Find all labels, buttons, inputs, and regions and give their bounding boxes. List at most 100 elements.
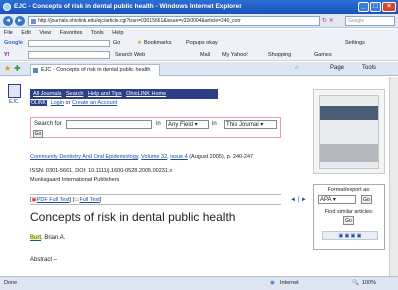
yahoo-logo-icon: Y! (4, 52, 10, 58)
or-text: or (65, 100, 71, 106)
similar-articles-label: Find similar articles: (324, 209, 374, 215)
search-link[interactable]: Search (66, 91, 83, 97)
cover-image (319, 95, 379, 169)
maximize-button[interactable]: □ (370, 2, 381, 12)
address-bar: ◄ ► http://journals.ohiolink.edu/ejc/art… (0, 14, 398, 28)
globe-icon: ◉ (270, 280, 275, 286)
cover-band (320, 106, 378, 120)
yahoo-search-input[interactable] (28, 51, 110, 59)
shopping-button[interactable]: Shopping (268, 49, 291, 61)
field-value: Any Field (168, 122, 194, 128)
scope-select[interactable]: This Journal ▾ (224, 120, 277, 129)
article-title: Concepts of risk in dental public health (30, 210, 236, 224)
menu-view[interactable]: View (39, 30, 51, 36)
issue-link[interactable]: issue 4 (170, 154, 187, 160)
help-tips-link[interactable]: Help and Tips (88, 91, 122, 97)
menu-help[interactable]: Help (112, 30, 123, 36)
ie-icon (3, 3, 11, 11)
menu-favorites[interactable]: Favorites (60, 30, 83, 36)
status-text: Done (4, 280, 18, 286)
page-menu[interactable]: Page (330, 65, 344, 71)
search-label: Search for (34, 121, 62, 127)
citation-rest: (August 2005), p. 240-247 (189, 154, 254, 160)
games-button[interactable]: Games (314, 49, 332, 61)
zone-text: Internet (280, 280, 299, 286)
google-toolbar: Google Go ★ Bookmarks Popups okay Settin… (0, 38, 398, 49)
settings-button[interactable]: Settings (345, 38, 365, 49)
google-logo: Google (4, 40, 23, 46)
back-icon[interactable]: ◄ (3, 16, 13, 26)
scope-value: This Journal (226, 122, 259, 128)
citation-line: Community Dentistry And Oral Epidemiolog… (30, 154, 254, 160)
search-input[interactable] (66, 120, 152, 129)
google-go-button[interactable]: Go (113, 38, 120, 49)
search-placeholder: Google (348, 18, 365, 24)
forward-icon[interactable]: ► (15, 16, 25, 26)
volume-link[interactable]: Volume 32 (141, 154, 167, 160)
ohiolink-home-link[interactable]: OhioLINK Home (126, 91, 166, 97)
zoom-level[interactable]: 100% (362, 277, 376, 290)
title-bar: EJC - Concepts of risk in dental public … (0, 0, 398, 14)
zoom-icon[interactable]: 🔍 (352, 277, 359, 290)
fulltext-bar: [▣PDF Full Text] [▭Full Text] ◄ | ► (30, 194, 307, 205)
tab-favicon (33, 68, 38, 73)
tab-label: EJC - Concepts of risk in dental public … (41, 67, 151, 73)
url-input[interactable]: http://journals.ohiolink.edu/ejc/article… (28, 16, 320, 26)
field-select[interactable]: Any Field ▾ (166, 120, 209, 129)
close-button[interactable]: × (382, 2, 396, 12)
export-title: Format/export as: (327, 187, 371, 193)
home-icon[interactable]: ⌂ (295, 65, 299, 71)
window-title: EJC - Concepts of risk in dental public … (14, 3, 242, 10)
author-link[interactable]: Burt (30, 235, 42, 241)
all-journals-link[interactable]: All Journals (33, 91, 61, 97)
search-go-button[interactable]: Go (33, 130, 43, 138)
author-rest: , Brian A. (41, 235, 66, 241)
browser-window: EJC - Concepts of risk in dental public … (0, 0, 398, 290)
popups-button[interactable]: Popups okay (186, 38, 218, 49)
in-label: in (156, 121, 161, 127)
refresh-stop-icons[interactable]: ↻ ✕ (322, 16, 344, 26)
my-yahoo-button[interactable]: My Yahoo! (222, 49, 248, 61)
share-icons[interactable]: ▣ ▣ ▣ ▣ (322, 231, 378, 240)
journal-cover[interactable] (313, 89, 385, 174)
minimize-button[interactable]: _ (358, 2, 369, 12)
favorites-star-icon[interactable]: ★ (4, 64, 11, 73)
tab-current[interactable]: EJC - Concepts of risk in dental public … (30, 64, 160, 76)
create-account-link[interactable]: Create an Account (72, 100, 117, 106)
status-bar: Done ◉ Internet 🔍 100% (0, 276, 398, 290)
menu-tools[interactable]: Tools (91, 30, 104, 36)
live-search-input[interactable]: Google (345, 16, 395, 26)
login-link[interactable]: Login (51, 100, 64, 106)
pdf-fulltext-link[interactable]: PDF Full Text (37, 197, 70, 203)
tools-menu[interactable]: Tools (362, 65, 376, 71)
bookmarks-button[interactable]: Bookmarks (144, 38, 172, 49)
cover-band-lower (320, 144, 378, 162)
vertical-scrollbar[interactable] (389, 77, 398, 276)
export-go-button[interactable]: Go (361, 195, 372, 204)
add-favorites-icon[interactable]: ✚ (14, 64, 21, 73)
menu-edit[interactable]: Edit (21, 30, 30, 36)
tab-bar: ★ ✚ EJC - Concepts of risk in dental pub… (0, 62, 398, 76)
journal-link[interactable]: Community Dentistry And Oral Epidemiolog… (30, 154, 138, 160)
menu-bar: File Edit View Favorites Tools Help (0, 29, 398, 38)
menu-file[interactable]: File (4, 30, 13, 36)
search-web-button[interactable]: Search Web (115, 49, 145, 61)
search-form: Search for in Any Field ▾ in This Journa… (30, 117, 281, 138)
prev-next-arrows[interactable]: ◄ | ► (290, 195, 307, 205)
format-select[interactable]: APA ▾ (318, 195, 356, 204)
mail-button[interactable]: Mail (200, 49, 210, 61)
star-icon: ★ (137, 40, 142, 46)
yahoo-toolbar: Y! Search Web Mail My Yahoo! Shopping Ga… (0, 49, 398, 61)
page-icon (31, 19, 36, 24)
abstract-heading: Abstract – (30, 257, 58, 263)
similar-go-button[interactable]: Go (343, 216, 354, 225)
journal-toolbar: All Journals Search Help and Tips OhioLI… (30, 89, 218, 99)
export-panel: Format/export as: APA ▾ Go Find similar … (313, 184, 385, 250)
ejc-icon[interactable] (8, 84, 21, 98)
olink-badge: OLINK (30, 100, 48, 106)
google-search-input[interactable] (28, 40, 110, 47)
issn-doi: ISSN: 0301-5661, DOI: 10.1111/j.1600-052… (30, 168, 173, 174)
fulltext-link[interactable]: Full Text (79, 197, 99, 203)
url-text: http://journals.ohiolink.edu/ejc/article… (38, 18, 241, 24)
login-line: OLINK Login or Create an Account (30, 100, 117, 106)
